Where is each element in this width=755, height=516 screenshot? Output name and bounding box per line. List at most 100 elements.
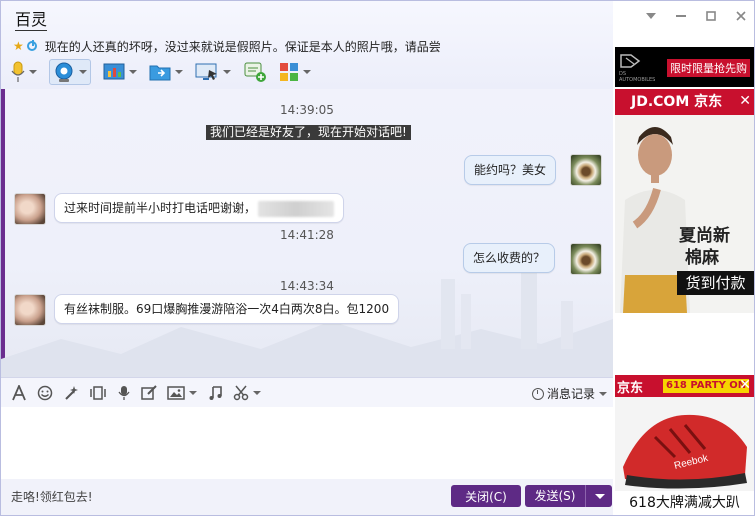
video-call-button[interactable] bbox=[49, 59, 91, 85]
maximize-button[interactable] bbox=[696, 1, 726, 31]
maximize-icon bbox=[706, 11, 716, 21]
contact-name[interactable]: 百灵 bbox=[15, 11, 48, 31]
signature-row: ★ 现在的人还真的坏呀，没过来就说是假照片。保证是本人的照片哦，请品尝 bbox=[13, 38, 441, 54]
avatar-self[interactable] bbox=[570, 154, 602, 186]
close-window-button[interactable] bbox=[726, 1, 754, 31]
close-button[interactable]: 关闭(C) bbox=[451, 485, 521, 507]
image-icon bbox=[167, 386, 185, 400]
microphone-icon bbox=[118, 386, 130, 400]
minimize-icon bbox=[676, 15, 686, 17]
avatar-contact[interactable] bbox=[14, 193, 46, 225]
footer-bar: 走咯!领红包去! 关闭(C) 发送(S) bbox=[1, 479, 613, 515]
emoji-button[interactable] bbox=[37, 385, 53, 401]
apps-grid-icon bbox=[280, 63, 298, 81]
close-icon[interactable]: ✕ bbox=[739, 377, 751, 393]
monitor-icon bbox=[195, 63, 217, 80]
system-message: 我们已经是好友了，现在开始对话吧! bbox=[206, 125, 411, 140]
send-options-chevron-icon[interactable] bbox=[595, 493, 605, 499]
ad-brand: 京东 bbox=[617, 381, 644, 396]
chevron-down-icon[interactable] bbox=[189, 391, 197, 395]
app-button[interactable] bbox=[103, 62, 137, 82]
redacted-text bbox=[258, 200, 335, 217]
ad-header: 京东 618 PARTY ON ✕ bbox=[615, 375, 754, 397]
chevron-down-icon[interactable] bbox=[223, 70, 231, 74]
ad-banner-jd-shoes[interactable]: 京东 618 PARTY ON ✕ Reebok 618大牌满减大趴 bbox=[615, 375, 754, 515]
shoe-image: Reebok bbox=[615, 397, 754, 491]
chevron-down-icon bbox=[646, 13, 656, 19]
ad-sidebar: DS AUTOMOBILES 限时限量抢先购 JD.COM 京东 ✕ 夏尚新 棉… bbox=[613, 1, 754, 515]
close-icon bbox=[736, 11, 746, 21]
create-group-button[interactable] bbox=[243, 61, 267, 83]
add-chat-icon bbox=[244, 62, 266, 82]
ad-banner-jd-apparel[interactable]: JD.COM 京东 ✕ 夏尚新 棉麻 货到付款 bbox=[615, 89, 754, 313]
ad-tag: 限时限量抢先购 bbox=[667, 59, 750, 77]
ds-logo-text: DS AUTOMOBILES bbox=[619, 71, 656, 83]
send-label: 发送(S) bbox=[525, 485, 586, 507]
contact-signature: 现在的人还真的坏呀，没过来就说是假照片。保证是本人的照片哦，请品尝 bbox=[44, 39, 441, 54]
message-bubble-received[interactable]: 过来时间提前半小时打电话吧谢谢， bbox=[54, 193, 345, 223]
app-center-button[interactable] bbox=[279, 62, 311, 82]
scissors-icon bbox=[233, 385, 249, 401]
ds-logo-icon bbox=[620, 54, 641, 68]
microphone-icon bbox=[11, 61, 25, 82]
ad-footer: 618大牌满减大趴 bbox=[615, 491, 754, 515]
send-button[interactable]: 发送(S) bbox=[525, 485, 612, 507]
message-bubble-received[interactable]: 有丝袜制服。69口爆胸推漫游陪浴一次4白两次8白。包1200 bbox=[54, 294, 400, 324]
message-bubble-sent[interactable]: 能约吗？美女 bbox=[464, 155, 557, 185]
edit-icon bbox=[141, 385, 157, 400]
chevron-down-icon[interactable] bbox=[253, 391, 261, 395]
red-packet-link[interactable]: 走咯!领红包去! bbox=[11, 488, 93, 505]
history-label: 消息记录 bbox=[546, 387, 595, 401]
camera-icon bbox=[55, 62, 73, 82]
window-controls bbox=[636, 1, 754, 31]
message-area: 14:39:05 我们已经是好友了，现在开始对话吧! 能约吗？美女 过来时间提前… bbox=[1, 89, 613, 377]
send-file-button[interactable] bbox=[149, 62, 183, 82]
message-timestamp: 14:39:05 bbox=[280, 103, 334, 117]
ad-footer: 货到付款 bbox=[677, 271, 754, 295]
ad-header: JD.COM 京东 bbox=[615, 89, 754, 115]
chevron-down-icon[interactable] bbox=[175, 70, 183, 74]
chevron-down-icon[interactable] bbox=[29, 70, 37, 74]
message-bubble-sent[interactable]: 怎么收费的？ bbox=[463, 243, 556, 273]
magic-button[interactable] bbox=[63, 385, 79, 401]
input-toolbar: 消息记录 bbox=[1, 377, 613, 408]
avatar-contact[interactable] bbox=[14, 294, 46, 326]
message-timestamp: 14:43:34 bbox=[280, 279, 334, 293]
chevron-down-icon[interactable] bbox=[599, 391, 607, 396]
shake-button[interactable] bbox=[89, 385, 107, 401]
voice-call-button[interactable] bbox=[11, 61, 37, 83]
image-button[interactable] bbox=[167, 385, 197, 401]
dropdown-control[interactable] bbox=[636, 1, 666, 31]
ds-logo: DS AUTOMOBILES bbox=[619, 53, 657, 83]
message-history-button[interactable]: 消息记录 bbox=[531, 385, 607, 402]
ad-banner-ds[interactable]: DS AUTOMOBILES 限时限量抢先购 bbox=[615, 47, 754, 87]
link-icon bbox=[26, 40, 37, 51]
screenshot-button[interactable] bbox=[233, 385, 261, 401]
folder-icon bbox=[149, 65, 171, 81]
chevron-down-icon[interactable] bbox=[129, 70, 137, 74]
chevron-down-icon[interactable] bbox=[79, 70, 87, 74]
ad-subline: 棉麻 bbox=[685, 248, 719, 268]
chat-window: 百灵 ★ 现在的人还真的坏呀，没过来就说是假照片。保证是本人的照片哦，请品尝 1… bbox=[0, 0, 755, 516]
star-icon: ★ bbox=[13, 39, 24, 53]
clock-icon bbox=[531, 387, 544, 400]
font-icon bbox=[12, 385, 26, 401]
vibrate-icon bbox=[90, 386, 106, 400]
music-note-icon bbox=[209, 386, 222, 400]
font-button[interactable] bbox=[11, 385, 27, 401]
chat-toolbar bbox=[11, 59, 323, 85]
chart-window-icon bbox=[103, 63, 125, 80]
music-button[interactable] bbox=[207, 385, 223, 401]
remote-assist-button[interactable] bbox=[195, 62, 231, 82]
minimize-button[interactable] bbox=[666, 1, 696, 31]
voice-message-button[interactable] bbox=[117, 385, 131, 401]
message-text: 过来时间提前半小时打电话吧谢谢， bbox=[64, 201, 257, 215]
smiley-icon bbox=[37, 385, 53, 401]
avatar-self[interactable] bbox=[570, 243, 602, 275]
chevron-down-icon[interactable] bbox=[303, 70, 311, 74]
message-input[interactable] bbox=[1, 407, 613, 479]
edit-button[interactable] bbox=[141, 385, 157, 401]
close-icon[interactable]: ✕ bbox=[739, 93, 751, 109]
message-timestamp: 14:41:28 bbox=[280, 228, 334, 242]
magic-wand-icon bbox=[65, 386, 78, 400]
